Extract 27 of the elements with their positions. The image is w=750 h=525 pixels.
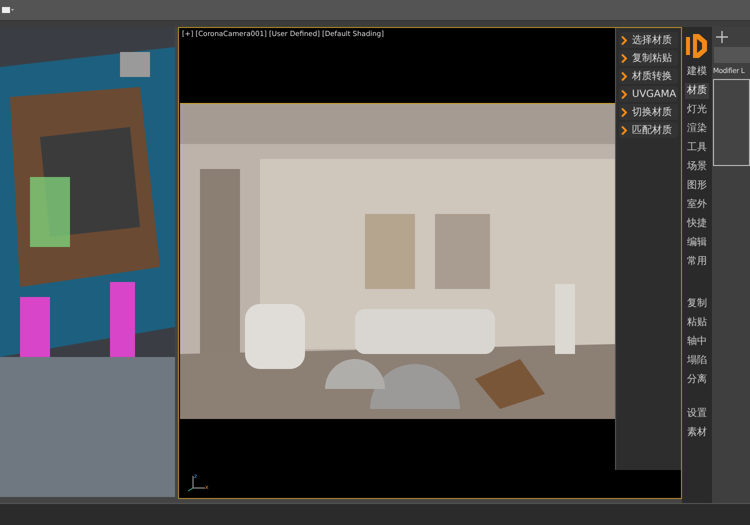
menu-item[interactable]: 切换材质 bbox=[619, 104, 678, 120]
menu-item[interactable]: 匹配材质 bbox=[619, 122, 678, 138]
sidebar-item[interactable]: 分离 bbox=[685, 372, 709, 388]
sidebar-item[interactable]: 渲染 bbox=[685, 121, 709, 137]
sidebar-item[interactable]: 编辑 bbox=[685, 235, 709, 251]
menu-item[interactable]: 选择材质 bbox=[619, 32, 678, 48]
sidebar-item[interactable]: 工具 bbox=[685, 140, 709, 156]
sidebar-item[interactable]: 设置 bbox=[685, 406, 709, 422]
sidebar-item[interactable]: 塌陷 bbox=[685, 353, 709, 369]
menu-item[interactable]: 复制粘贴 bbox=[619, 50, 678, 66]
sidebar-item[interactable]: 快捷 bbox=[685, 216, 709, 232]
sidebar-item[interactable]: 灯光 bbox=[685, 102, 709, 118]
sidebar-item[interactable]: 复制 bbox=[685, 296, 709, 312]
sidebar-item[interactable]: 轴中 bbox=[685, 334, 709, 350]
sidebar-item[interactable]: 建模 bbox=[685, 64, 709, 80]
sidebar-item[interactable]: 室外 bbox=[685, 197, 709, 213]
dropdown-icon[interactable] bbox=[2, 6, 14, 14]
sidebar-item[interactable]: 素材 bbox=[685, 425, 709, 441]
menu-item[interactable]: 材质转换 bbox=[619, 68, 678, 84]
sidebar-item[interactable]: 场景 bbox=[685, 159, 709, 175]
sidebar-item[interactable]: 常用 bbox=[685, 254, 709, 270]
sidebar-item[interactable]: 粘贴 bbox=[685, 315, 709, 331]
sidebar-item[interactable]: 图形 bbox=[685, 178, 709, 194]
logo-icon bbox=[686, 33, 708, 59]
plus-icon[interactable] bbox=[716, 31, 728, 43]
sidebar-item[interactable]: 材质 bbox=[685, 83, 709, 99]
menu-item[interactable]: UVGAMA bbox=[619, 86, 678, 102]
